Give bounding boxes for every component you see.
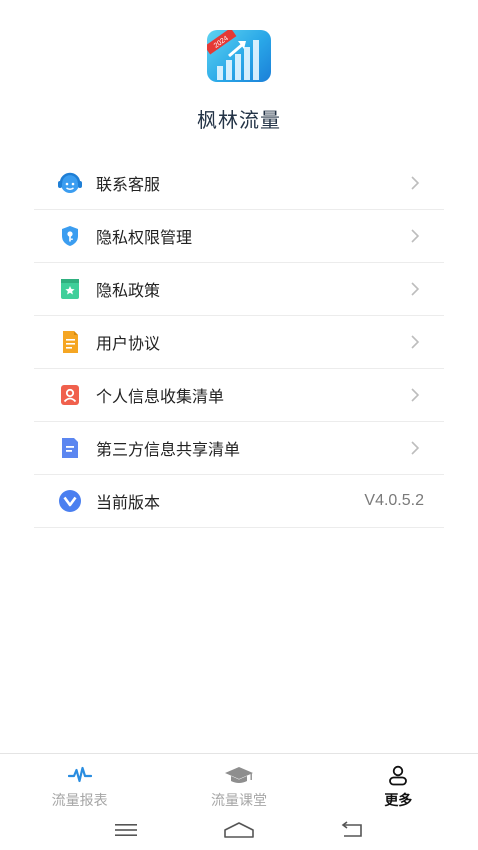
user-card-icon [56, 381, 84, 409]
shield-key-icon [56, 222, 84, 250]
back-icon[interactable] [332, 818, 372, 842]
menu-item-label: 隐私权限管理 [96, 228, 193, 247]
menu-item-privacy-policy[interactable]: 隐私政策 [34, 263, 444, 316]
chevron-right-icon [408, 334, 422, 350]
menu-item-contact-support[interactable]: 联系客服 [34, 157, 444, 210]
menu-item-current-version[interactable]: 当前版本 V4.0.5.2 [34, 475, 444, 528]
home-icon[interactable] [219, 818, 259, 842]
tab-traffic-class[interactable]: 流量课堂 [159, 754, 318, 810]
version-icon [56, 487, 84, 515]
menu-item-user-agreement[interactable]: 用户协议 [34, 316, 444, 369]
menu-item-third-party-sharing-list[interactable]: 第三方信息共享清单 [34, 422, 444, 475]
tab-label: 流量报表 [51, 793, 108, 809]
chevron-right-icon [408, 440, 422, 456]
tab-label: 流量课堂 [210, 793, 267, 809]
menu-item-privacy-permissions[interactable]: 隐私权限管理 [34, 210, 444, 263]
menu-item-label: 联系客服 [96, 175, 161, 194]
app-header: 2024 枫林流量 [0, 30, 478, 133]
system-navigation-bar [0, 810, 478, 850]
menu-item-personal-info-list[interactable]: 个人信息收集清单 [34, 369, 444, 422]
headset-icon [56, 169, 84, 197]
bookmark-star-icon [56, 275, 84, 303]
settings-menu: 联系客服 隐私权限管理 隐私政策 用户协议 个人信息收集清单 第三方信息共享清单… [34, 157, 444, 528]
graduation-cap-icon [224, 764, 254, 786]
pulse-icon [67, 764, 92, 786]
bottom-tab-bar: 流量报表 流量课堂 更多 [0, 754, 478, 810]
chevron-right-icon [408, 281, 422, 297]
user-icon [387, 764, 409, 786]
app-name: 枫林流量 [197, 108, 281, 132]
version-number: V4.0.5.2 [364, 492, 424, 509]
tab-label: 更多 [384, 793, 413, 809]
menu-item-label: 隐私政策 [96, 281, 161, 300]
tab-more[interactable]: 更多 [319, 754, 478, 810]
tab-traffic-report[interactable]: 流量报表 [0, 754, 159, 810]
menu-icon[interactable] [106, 818, 146, 842]
chevron-right-icon [408, 175, 422, 191]
menu-item-label: 当前版本 [96, 493, 161, 512]
menu-item-label: 个人信息收集清单 [96, 387, 225, 406]
chevron-right-icon [408, 387, 422, 403]
app-logo-icon: 2024 [207, 30, 271, 82]
document-icon [56, 328, 84, 356]
menu-item-label: 用户协议 [96, 334, 161, 353]
file-list-icon [56, 434, 84, 462]
chevron-right-icon [408, 228, 422, 244]
menu-item-label: 第三方信息共享清单 [96, 440, 241, 459]
